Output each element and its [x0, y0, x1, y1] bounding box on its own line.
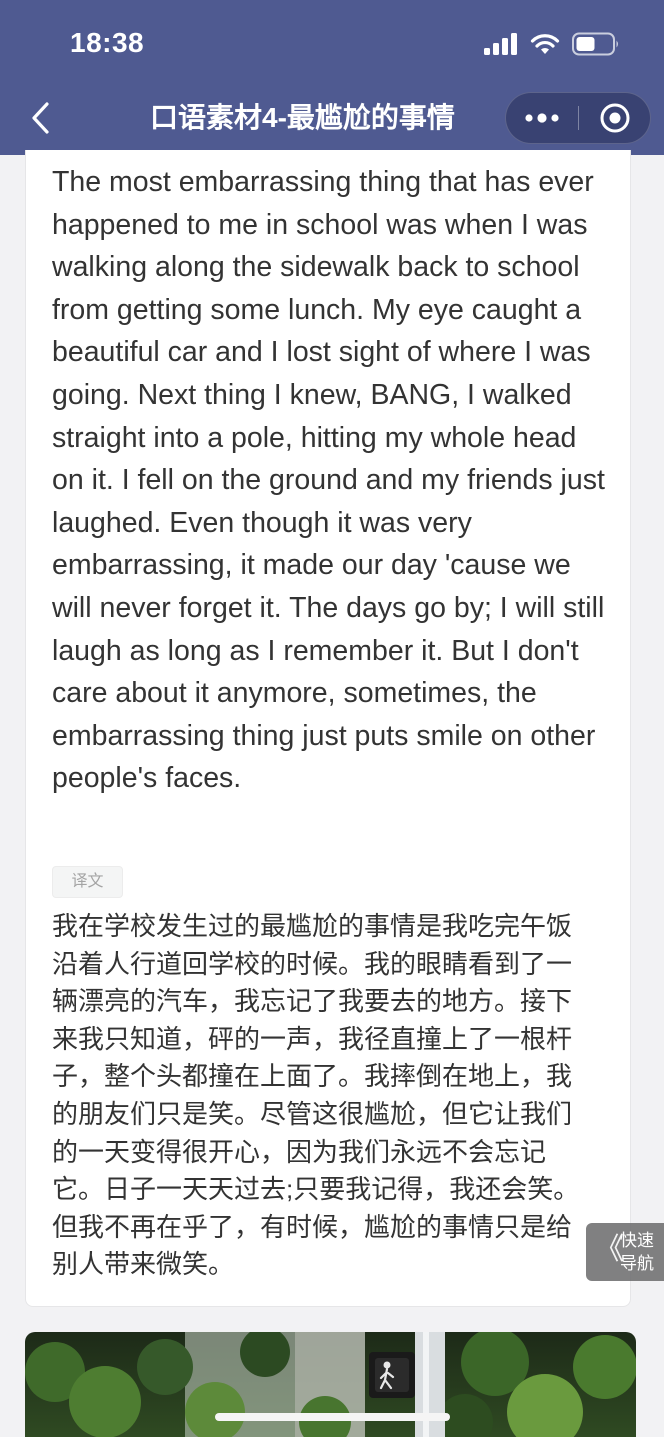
signal-icon: [484, 33, 517, 55]
translation-tag: 译文: [52, 866, 123, 898]
more-dots-icon: [525, 113, 559, 123]
more-button[interactable]: [506, 93, 578, 143]
quick-nav-label-line2: 导航: [620, 1254, 654, 1273]
battery-icon: [572, 32, 618, 56]
close-button[interactable]: [579, 93, 651, 143]
top-bar: 18:38 口语素材4-最尴尬的事情: [0, 0, 664, 155]
chevron-left-icon: [32, 102, 49, 134]
target-circle-icon: [600, 103, 630, 133]
back-button[interactable]: [22, 98, 58, 138]
article-photo: [25, 1332, 636, 1437]
mini-program-capsule: [505, 92, 651, 144]
street-photo-image: [25, 1332, 636, 1437]
quick-nav-label-line1: 快速: [620, 1231, 654, 1250]
chinese-paragraph: 我在学校发生过的最尴尬的事情是我吃完午饭沿着人行道回学校的时候。我的眼睛看到了一…: [52, 911, 580, 1280]
article-card: The most embarrassing thing that has eve…: [25, 150, 631, 1307]
quick-nav-button[interactable]: 《 快速 导航: [586, 1223, 664, 1281]
status-time: 18:38: [70, 27, 145, 58]
wifi-icon: [530, 34, 560, 54]
home-indicator[interactable]: [215, 1413, 450, 1421]
quick-nav-label: 快速 导航: [616, 1229, 658, 1275]
status-icons: [484, 30, 620, 58]
english-paragraph: The most embarrassing thing that has eve…: [52, 166, 605, 795]
page-title: 口语素材4-最尴尬的事情: [150, 102, 455, 133]
